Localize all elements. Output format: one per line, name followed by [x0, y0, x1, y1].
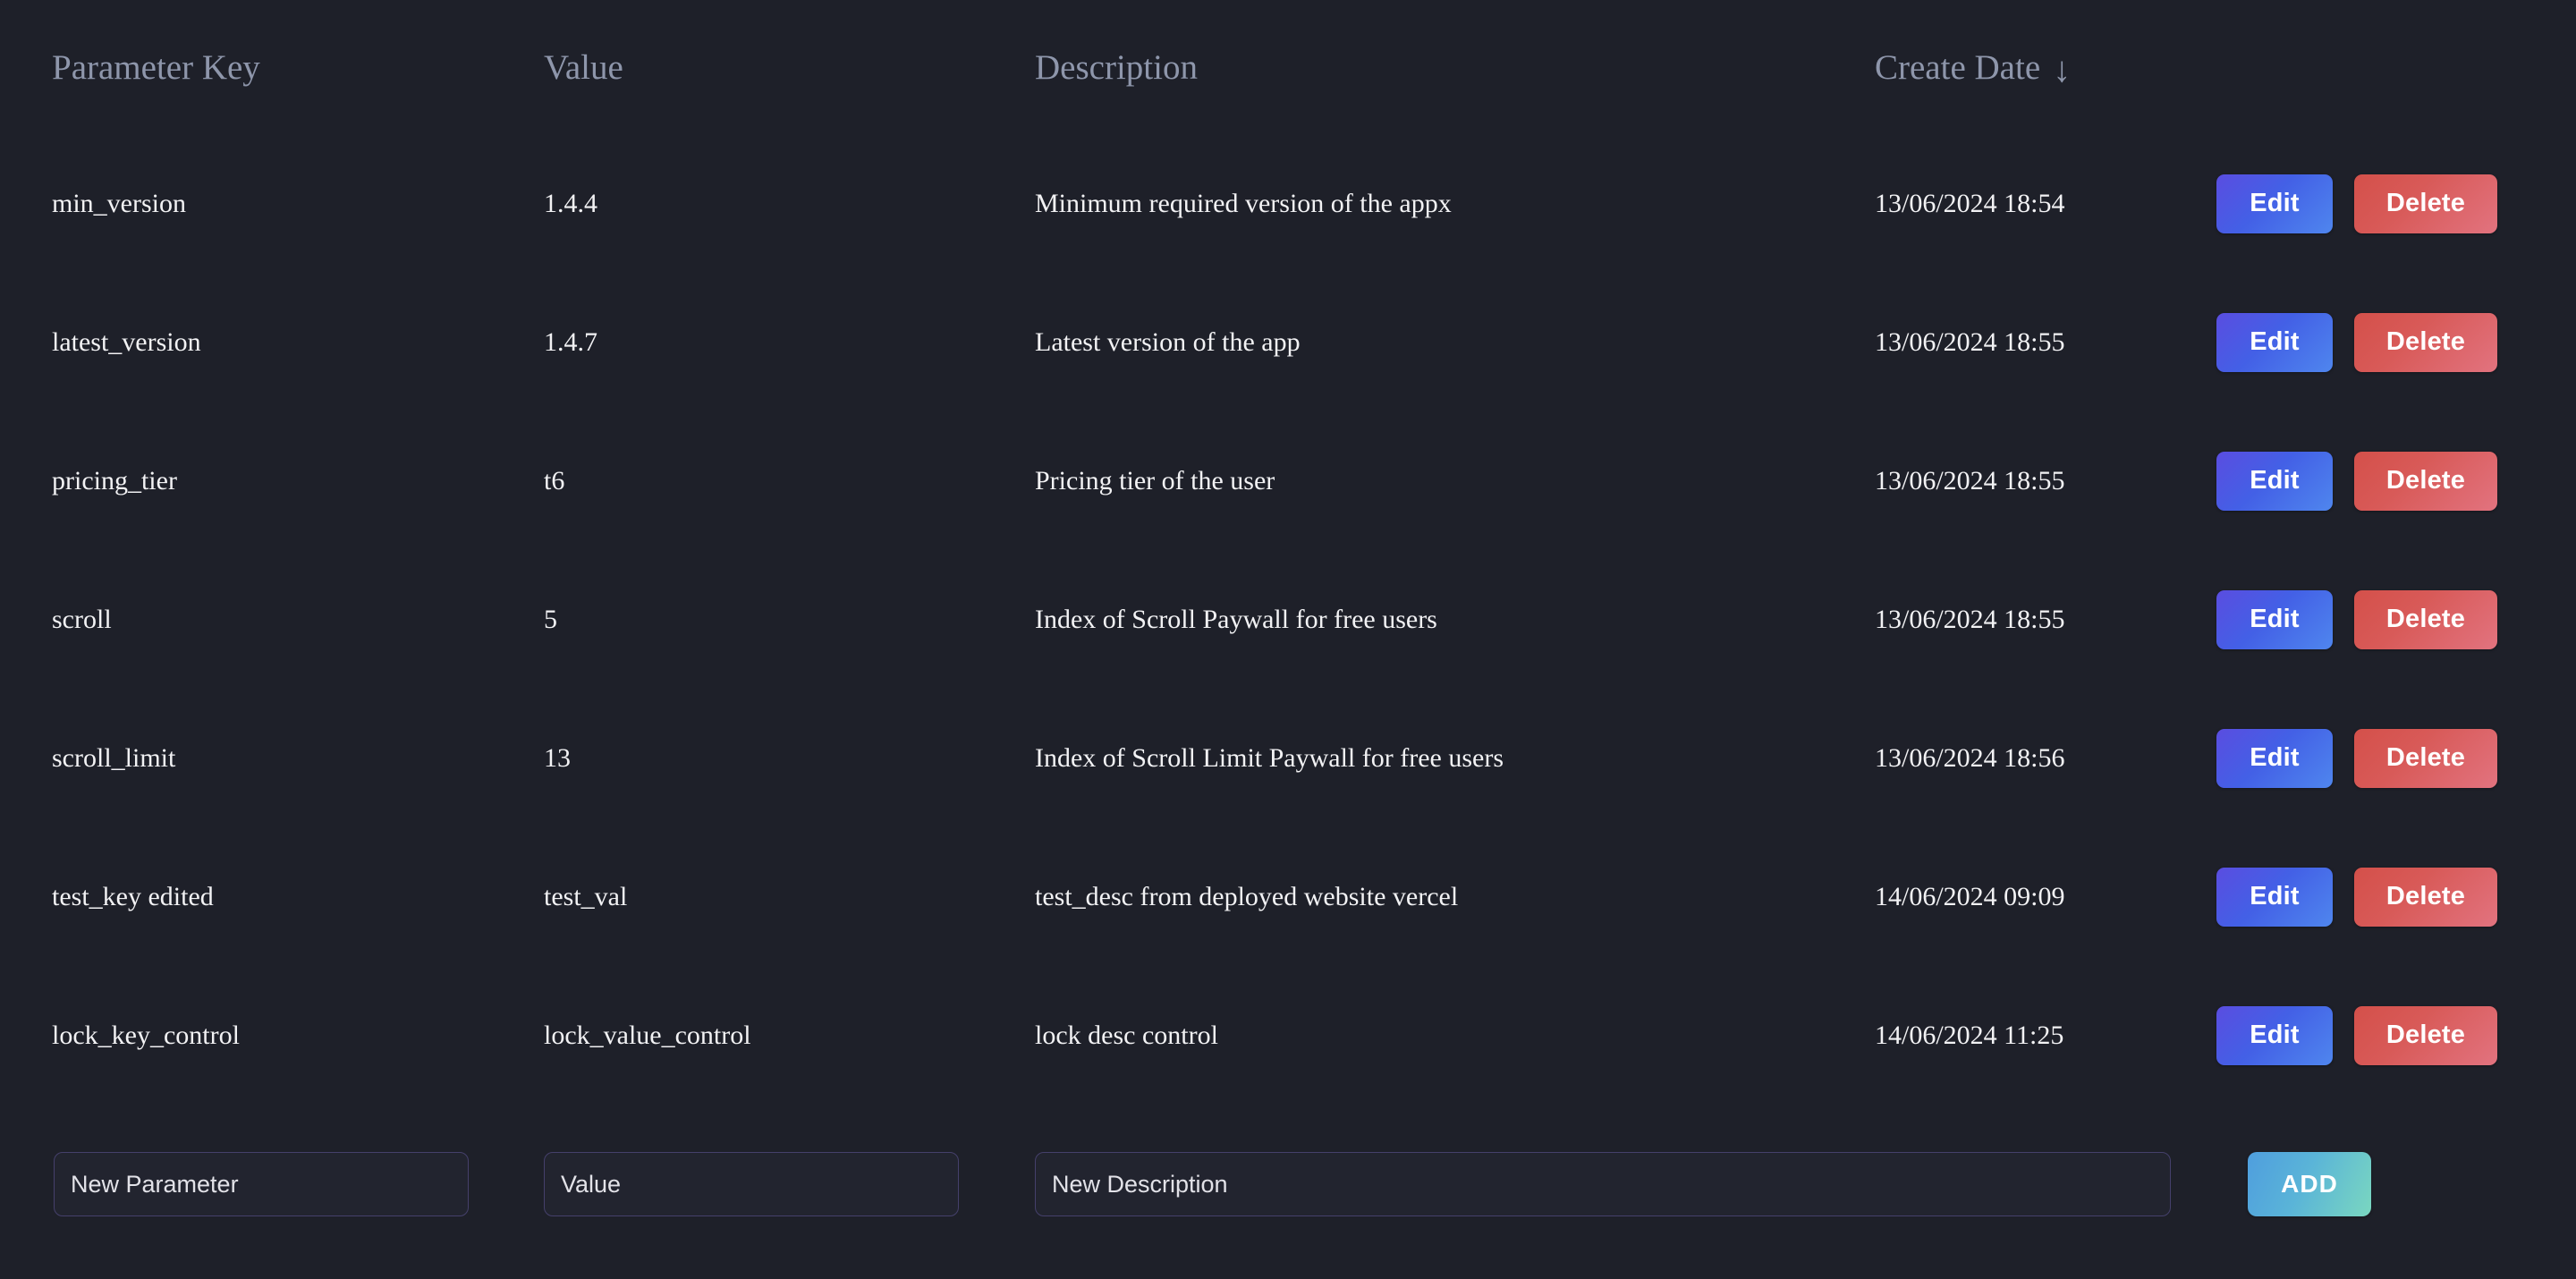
cell-parameter-key: latest_version — [52, 326, 201, 357]
cell-actions: Edit Delete — [2199, 689, 2576, 827]
edit-button[interactable]: Edit — [2216, 867, 2333, 927]
parameters-table: Parameter Key Value Description Create D… — [0, 0, 2576, 1105]
delete-button[interactable]: Delete — [2354, 174, 2497, 233]
column-header-description-label: Description — [1035, 47, 1198, 87]
cell-parameter-key: pricing_tier — [52, 465, 177, 496]
new-parameter-input[interactable] — [54, 1152, 469, 1216]
column-header-create-date[interactable]: Create Date ↓ — [1823, 0, 2199, 134]
column-header-value[interactable]: Value — [492, 0, 983, 134]
edit-button[interactable]: Edit — [2216, 312, 2333, 372]
column-header-parameter-key-label: Parameter Key — [52, 47, 260, 87]
column-header-parameter-key[interactable]: Parameter Key — [0, 0, 492, 134]
cell-create-date: 14/06/2024 09:09 — [1875, 881, 2065, 911]
table-row: min_version 1.4.4 Minimum required versi… — [0, 134, 2576, 273]
cell-parameter-key: scroll_limit — [52, 742, 176, 773]
row-action-group: Edit Delete — [2199, 451, 2576, 511]
table-row: test_key edited test_val test_desc from … — [0, 827, 2576, 966]
table-row: latest_version 1.4.7 Latest version of t… — [0, 273, 2576, 411]
new-value-input[interactable] — [544, 1152, 959, 1216]
cell-actions: Edit Delete — [2199, 966, 2576, 1105]
delete-button[interactable]: Delete — [2354, 728, 2497, 788]
table-row: scroll 5 Index of Scroll Paywall for fre… — [0, 550, 2576, 689]
delete-button[interactable]: Delete — [2354, 589, 2497, 649]
new-description-input[interactable] — [1035, 1152, 2171, 1216]
row-action-group: Edit Delete — [2199, 312, 2576, 372]
row-action-group: Edit Delete — [2199, 728, 2576, 788]
cell-description: Latest version of the app — [1035, 326, 1301, 357]
cell-value: lock_value_control — [544, 1020, 751, 1050]
table-header-row: Parameter Key Value Description Create D… — [0, 0, 2576, 134]
table-row: pricing_tier t6 Pricing tier of the user… — [0, 411, 2576, 550]
add-button[interactable]: ADD — [2248, 1152, 2371, 1216]
edit-button[interactable]: Edit — [2216, 174, 2333, 233]
row-action-group: Edit Delete — [2199, 174, 2576, 233]
cell-parameter-key: lock_key_control — [52, 1020, 240, 1050]
cell-description: lock desc control — [1035, 1020, 1218, 1050]
cell-actions: Edit Delete — [2199, 827, 2576, 966]
edit-button[interactable]: Edit — [2216, 1005, 2333, 1065]
cell-actions: Edit Delete — [2199, 134, 2576, 273]
cell-description: Pricing tier of the user — [1035, 465, 1275, 496]
column-header-actions — [2199, 0, 2576, 134]
cell-parameter-key: scroll — [52, 604, 112, 634]
cell-parameter-key: min_version — [52, 188, 186, 218]
cell-create-date: 13/06/2024 18:55 — [1875, 326, 2065, 357]
arrow-down-icon: ↓ — [2053, 49, 2072, 89]
cell-value: t6 — [544, 465, 565, 496]
table-row: scroll_limit 13 Index of Scroll Limit Pa… — [0, 689, 2576, 827]
column-header-value-label: Value — [544, 47, 623, 87]
delete-button[interactable]: Delete — [2354, 1005, 2497, 1065]
delete-button[interactable]: Delete — [2354, 451, 2497, 511]
column-header-description[interactable]: Description — [983, 0, 1823, 134]
cell-value: 5 — [544, 604, 557, 634]
delete-button[interactable]: Delete — [2354, 867, 2497, 927]
new-parameter-form: ADD — [0, 1152, 2576, 1237]
row-action-group: Edit Delete — [2199, 1005, 2576, 1065]
cell-description: Index of Scroll Limit Paywall for free u… — [1035, 742, 1504, 773]
cell-create-date: 14/06/2024 11:25 — [1875, 1020, 2064, 1050]
cell-value: test_val — [544, 881, 628, 911]
column-header-create-date-label: Create Date — [1875, 48, 2041, 87]
edit-button[interactable]: Edit — [2216, 728, 2333, 788]
table-body: min_version 1.4.4 Minimum required versi… — [0, 134, 2576, 1105]
cell-create-date: 13/06/2024 18:56 — [1875, 742, 2065, 773]
cell-actions: Edit Delete — [2199, 273, 2576, 411]
cell-description: test_desc from deployed website vercel — [1035, 881, 1459, 911]
row-action-group: Edit Delete — [2199, 589, 2576, 649]
cell-description: Index of Scroll Paywall for free users — [1035, 604, 1437, 634]
cell-actions: Edit Delete — [2199, 411, 2576, 550]
cell-create-date: 13/06/2024 18:55 — [1875, 465, 2065, 496]
parameters-page: Parameter Key Value Description Create D… — [0, 0, 2576, 1279]
cell-create-date: 13/06/2024 18:54 — [1875, 188, 2065, 218]
edit-button[interactable]: Edit — [2216, 589, 2333, 649]
cell-parameter-key: test_key edited — [52, 881, 214, 911]
row-action-group: Edit Delete — [2199, 867, 2576, 927]
cell-value: 1.4.7 — [544, 326, 597, 357]
cell-create-date: 13/06/2024 18:55 — [1875, 604, 2065, 634]
edit-button[interactable]: Edit — [2216, 451, 2333, 511]
cell-value: 13 — [544, 742, 571, 773]
cell-value: 1.4.4 — [544, 188, 597, 218]
delete-button[interactable]: Delete — [2354, 312, 2497, 372]
cell-actions: Edit Delete — [2199, 550, 2576, 689]
table-header: Parameter Key Value Description Create D… — [0, 0, 2576, 134]
table-row: lock_key_control lock_value_control lock… — [0, 966, 2576, 1105]
cell-description: Minimum required version of the appx — [1035, 188, 1452, 218]
